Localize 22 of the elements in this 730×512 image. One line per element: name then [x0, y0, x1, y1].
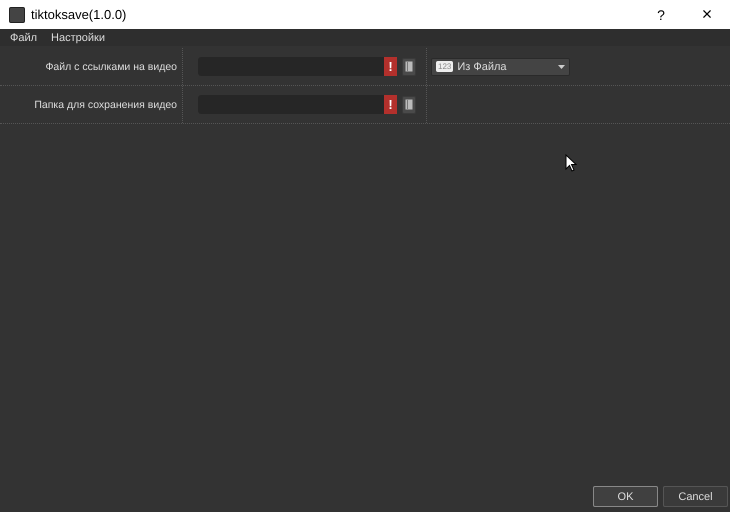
- number-badge: 123: [436, 61, 454, 72]
- menu-item[interactable]: Настройки: [44, 32, 112, 44]
- warning-badge: !: [384, 57, 397, 76]
- field-label: Папка для сохранения видео: [34, 98, 177, 110]
- input-field[interactable]: !: [198, 95, 397, 114]
- caret-icon: [558, 64, 565, 68]
- window-title: tiktoksave(1.0.0): [31, 7, 126, 22]
- close-button[interactable]: ×: [684, 0, 730, 29]
- book-icon: [405, 61, 413, 72]
- input-field[interactable]: !: [198, 57, 397, 76]
- menu-item[interactable]: Файл: [3, 32, 44, 44]
- app-icon: [9, 6, 25, 22]
- field-label: Файл с ссылками на видео: [45, 60, 177, 72]
- book-icon: [405, 99, 413, 110]
- warning-badge: !: [384, 95, 397, 114]
- cursor-icon: [565, 154, 577, 172]
- browse-button[interactable]: [402, 58, 416, 76]
- source-dropdown[interactable]: 123 Из Файла: [431, 58, 570, 76]
- help-button[interactable]: ?: [638, 0, 684, 29]
- browse-button[interactable]: [402, 96, 416, 114]
- dialog-button[interactable]: OK: [593, 486, 658, 507]
- dialog-button[interactable]: Cancel: [663, 486, 728, 507]
